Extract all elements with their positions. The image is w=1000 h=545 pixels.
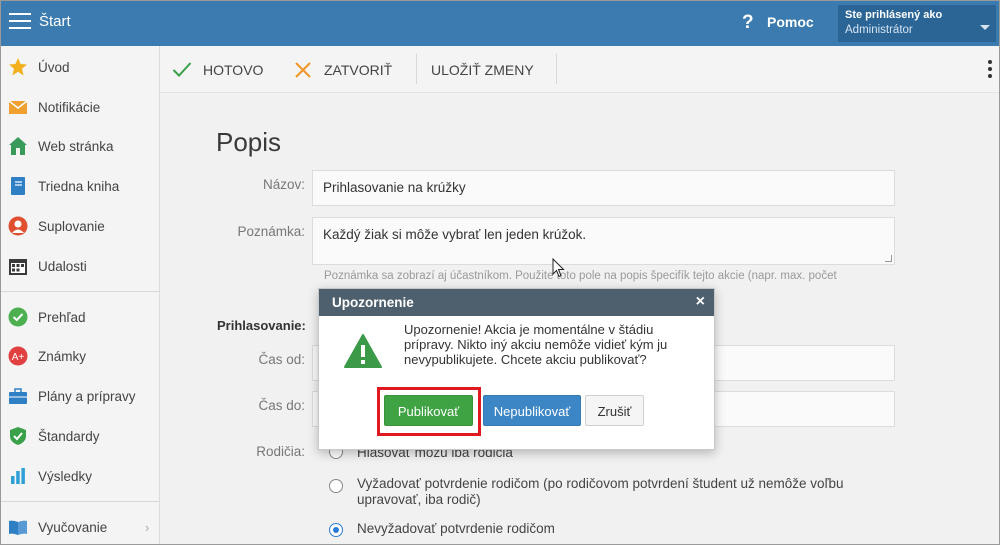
- sidebar-item-label: Udalosti: [38, 259, 87, 274]
- registration-section-title: Prihlasovanie:: [217, 318, 306, 333]
- question-mark-icon[interactable]: ?: [742, 12, 754, 34]
- sidebar-divider: [1, 501, 159, 502]
- close-icon: [295, 62, 311, 78]
- done-label: HOTOVO: [203, 62, 264, 78]
- toolbar: HOTOVO ZATVORIŤ ULOŽIŤ ZMENY: [160, 46, 999, 93]
- sidebar-item-label: Známky: [38, 349, 87, 364]
- sidebar-item-label: Úvod: [38, 60, 70, 75]
- sidebar-item-uvod[interactable]: Úvod: [1, 48, 159, 86]
- briefcase-icon: [9, 388, 27, 404]
- dialog-message: Upozornenie! Akcia je momentálne v štádi…: [404, 322, 668, 367]
- note-text: Každý žiak si môže vybrať len jeden krúž…: [323, 227, 587, 242]
- page-title: Popis: [216, 127, 282, 157]
- star-icon: [9, 58, 27, 76]
- done-button[interactable]: HOTOVO: [172, 46, 272, 93]
- dialog-header: Upozornenie ×: [319, 289, 714, 316]
- close-button[interactable]: ZATVORIŤ: [294, 46, 394, 93]
- close-label: ZATVORIŤ: [324, 62, 393, 78]
- sidebar-item-label: Suplovanie: [38, 219, 105, 234]
- calendar-icon: [9, 259, 27, 275]
- name-input[interactable]: Prihlasovanie na krúžky: [312, 170, 895, 206]
- check-circle-icon: [8, 307, 28, 327]
- svg-text:A+: A+: [12, 352, 25, 363]
- person-icon: [8, 216, 28, 236]
- time-from-label: Čas od:: [258, 352, 305, 367]
- sidebar-item-label: Prehľad: [38, 310, 86, 325]
- dialog-title: Upozornenie: [332, 295, 414, 310]
- parents-option-label: Nevyžadovať potvrdenie rodičom: [357, 521, 555, 536]
- close-icon[interactable]: ×: [696, 293, 705, 311]
- checkmark-icon: [172, 62, 192, 77]
- sidebar-item-label: Vyučovanie: [38, 520, 108, 535]
- app-window: Štart ? Pomoc Ste prihlásený ako Adminis…: [0, 0, 1000, 545]
- parents-option-radio-selected[interactable]: [329, 523, 343, 537]
- sidebar-divider: [1, 291, 159, 292]
- save-label: ULOŽIŤ ZMENY: [431, 62, 534, 78]
- save-button[interactable]: ULOŽIŤ ZMENY: [431, 46, 541, 93]
- sidebar: Úvod Notifikácie Web stránka Triedna kni…: [1, 46, 160, 544]
- user-name: Administrátor: [845, 24, 913, 36]
- house-icon: [9, 137, 27, 155]
- grade-icon: A+: [8, 346, 28, 366]
- chevron-down-icon: [980, 25, 990, 30]
- sidebar-item-prehlad[interactable]: Prehľad: [1, 298, 159, 336]
- name-label: Názov:: [262, 177, 305, 192]
- time-to-label: Čas do:: [258, 398, 305, 413]
- sidebar-item-vysledky[interactable]: Výsledky: [1, 457, 159, 495]
- shield-icon: [10, 427, 26, 445]
- note-label: Poznámka:: [237, 224, 305, 239]
- resize-handle-icon[interactable]: [885, 255, 892, 262]
- sidebar-item-label: Štandardy: [38, 429, 100, 444]
- warning-icon: [344, 334, 382, 368]
- sidebar-item-znamky[interactable]: A+ Známky: [1, 337, 159, 375]
- parents-label: Rodičia:: [256, 444, 305, 459]
- toolbar-divider: [556, 54, 557, 84]
- sidebar-item-standardy[interactable]: Štandardy: [1, 417, 159, 455]
- user-status-label: Ste prihlásený ako: [845, 9, 943, 21]
- parents-option-radio[interactable]: [329, 479, 343, 493]
- sidebar-item-web-stranka[interactable]: Web stránka: [1, 127, 159, 165]
- more-options-icon[interactable]: [987, 60, 993, 80]
- app-title: Štart: [39, 13, 71, 30]
- sidebar-item-suplovanie[interactable]: Suplovanie: [1, 207, 159, 245]
- sidebar-item-label: Plány a prípravy: [38, 389, 136, 404]
- unpublish-button[interactable]: Nepublikovať: [483, 395, 581, 426]
- envelope-icon: [8, 100, 28, 114]
- bar-chart-icon: [11, 468, 25, 484]
- sidebar-item-label: Triedna kniha: [38, 179, 120, 194]
- sidebar-item-udalosti[interactable]: Udalosti: [1, 247, 159, 285]
- highlight-box: [377, 387, 481, 436]
- sidebar-item-triedna-kniha[interactable]: Triedna kniha: [1, 167, 159, 205]
- sidebar-item-label: Web stránka: [38, 139, 114, 154]
- help-link[interactable]: Pomoc: [767, 14, 814, 30]
- sidebar-item-label: Notifikácie: [38, 100, 101, 115]
- open-book-icon: [9, 520, 27, 535]
- toolbar-divider: [416, 54, 417, 84]
- book-icon: [11, 177, 25, 195]
- note-textarea[interactable]: Každý žiak si môže vybrať len jeden krúž…: [312, 217, 895, 265]
- top-bar: Štart ? Pomoc Ste prihlásený ako Adminis…: [1, 1, 999, 46]
- user-menu[interactable]: Ste prihlásený ako Administrátor: [838, 5, 996, 42]
- parents-option-label: Vyžadovať potvrdenie rodičom (po rodičov…: [357, 476, 844, 507]
- sidebar-item-notifikacie[interactable]: Notifikácie: [1, 88, 159, 126]
- cancel-button[interactable]: Zrušiť: [585, 395, 644, 426]
- sidebar-item-vyucovanie[interactable]: Vyučovanie ›: [1, 508, 159, 544]
- sidebar-item-label: Výsledky: [38, 469, 93, 484]
- menu-icon[interactable]: [9, 13, 31, 31]
- sidebar-item-plany[interactable]: Plány a prípravy: [1, 377, 159, 415]
- chevron-right-icon: ›: [145, 520, 150, 535]
- mouse-pointer-icon: [552, 258, 565, 278]
